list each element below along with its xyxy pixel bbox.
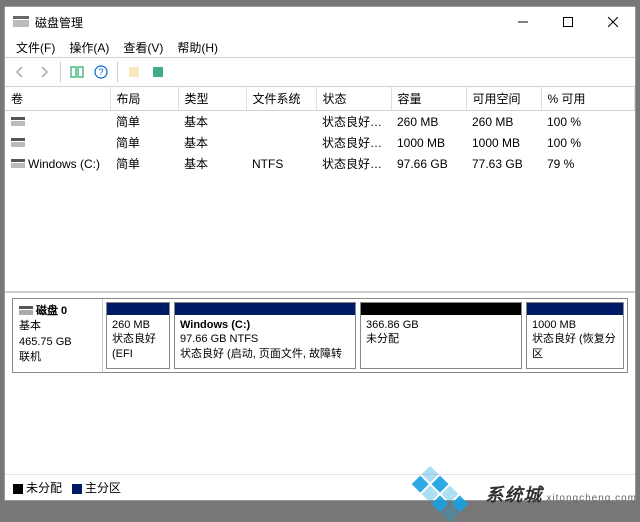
legend-unallocated: 未分配 <box>13 479 62 496</box>
partition[interactable]: Windows (C:)97.66 GB NTFS状态良好 (启动, 页面文件,… <box>174 302 356 369</box>
col-volume[interactable]: 卷 <box>5 87 110 111</box>
minimize-button[interactable] <box>500 7 545 37</box>
col-pctfree[interactable]: % 可用 <box>541 87 635 111</box>
menu-file[interactable]: 文件(F) <box>9 37 62 58</box>
maximize-button[interactable] <box>545 7 590 37</box>
disk-map: 磁盘 0 基本 465.75 GB 联机 260 MB状态良好 (EFIWind… <box>5 292 635 380</box>
col-capacity[interactable]: 容量 <box>391 87 466 111</box>
action-button[interactable] <box>147 61 169 83</box>
col-layout[interactable]: 布局 <box>110 87 178 111</box>
menu-action[interactable]: 操作(A) <box>62 37 116 58</box>
disk-row[interactable]: 磁盘 0 基本 465.75 GB 联机 260 MB状态良好 (EFIWind… <box>12 298 628 373</box>
col-free[interactable]: 可用空间 <box>466 87 541 111</box>
volume-list[interactable]: 卷 布局 类型 文件系统 状态 容量 可用空间 % 可用 简单基本状态良好 (…… <box>5 87 635 292</box>
legend-primary: 主分区 <box>72 479 121 496</box>
window-title: 磁盘管理 <box>35 14 83 31</box>
volume-icon <box>11 159 25 169</box>
close-button[interactable] <box>590 7 635 37</box>
menubar: 文件(F) 操作(A) 查看(V) 帮助(H) <box>5 37 635 57</box>
menu-view[interactable]: 查看(V) <box>116 37 170 58</box>
col-type[interactable]: 类型 <box>178 87 246 111</box>
back-button[interactable] <box>9 61 31 83</box>
legend: 未分配 主分区 <box>5 474 635 500</box>
partition[interactable]: 366.86 GB未分配 <box>360 302 522 369</box>
app-icon <box>13 16 29 28</box>
forward-button[interactable] <box>33 61 55 83</box>
column-header-row[interactable]: 卷 布局 类型 文件系统 状态 容量 可用空间 % 可用 <box>5 87 635 111</box>
table-row[interactable]: 简单基本状态良好 (…1000 MB1000 MB100 % <box>5 132 635 153</box>
svg-text:?: ? <box>98 67 103 77</box>
disk-icon <box>19 306 33 316</box>
help-button[interactable]: ? <box>90 61 112 83</box>
titlebar[interactable]: 磁盘管理 <box>5 7 635 37</box>
disk-management-window: 磁盘管理 文件(F) 操作(A) 查看(V) 帮助(H) ? 卷 <box>4 6 636 501</box>
settings-button[interactable] <box>123 61 145 83</box>
volume-icon <box>11 138 25 148</box>
partition[interactable]: 1000 MB状态良好 (恢复分区 <box>526 302 624 369</box>
swatch-unallocated <box>13 484 23 494</box>
col-status[interactable]: 状态 <box>316 87 391 111</box>
partition-container: 260 MB状态良好 (EFIWindows (C:)97.66 GB NTFS… <box>103 299 627 372</box>
swatch-primary <box>72 484 82 494</box>
toolbar: ? <box>5 57 635 87</box>
disk-header[interactable]: 磁盘 0 基本 465.75 GB 联机 <box>13 299 103 372</box>
table-row[interactable]: 简单基本状态良好 (…260 MB260 MB100 % <box>5 111 635 133</box>
table-row[interactable]: Windows (C:)简单基本NTFS状态良好 (…97.66 GB77.63… <box>5 153 635 174</box>
refresh-button[interactable] <box>66 61 88 83</box>
volume-icon <box>11 117 25 127</box>
partition[interactable]: 260 MB状态良好 (EFI <box>106 302 170 369</box>
col-fs[interactable]: 文件系统 <box>246 87 316 111</box>
menu-help[interactable]: 帮助(H) <box>170 37 225 58</box>
